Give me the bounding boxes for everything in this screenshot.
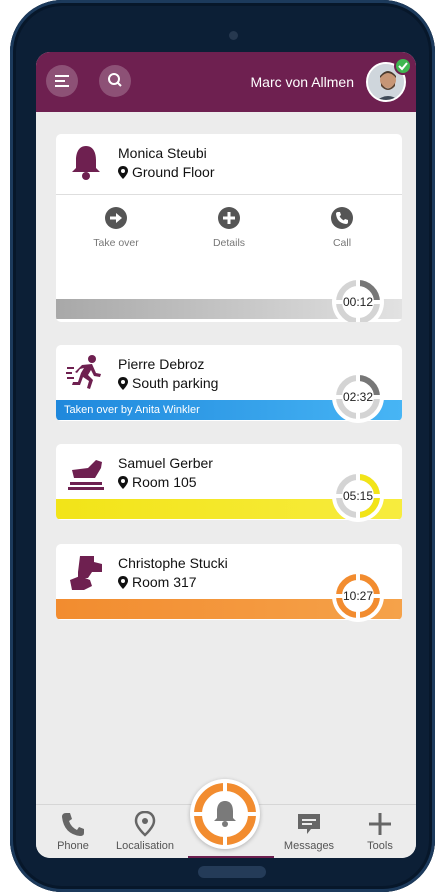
alert-location: Room 105	[132, 474, 197, 490]
timer-value: 02:32	[342, 390, 374, 404]
timer-value: 05:15	[342, 489, 374, 503]
app-screen: Marc von Allmen Monica Steubi Ground Flo…	[36, 52, 416, 858]
bell-icon	[72, 146, 100, 180]
alert-person-name: Christophe Stucki	[118, 555, 228, 571]
taken-over-banner: Taken over by Anita Winkler	[64, 404, 200, 416]
arrow-right-icon	[105, 207, 127, 229]
location-pin-icon	[134, 811, 156, 837]
search-icon	[108, 73, 122, 87]
location-pin-icon	[118, 166, 128, 179]
nav-messages[interactable]: Messages	[274, 811, 344, 852]
alert-person-name: Monica Steubi	[118, 145, 207, 161]
shoe-icon	[68, 460, 104, 490]
nav-tools[interactable]: Tools	[345, 811, 415, 852]
alert-location: Room 317	[132, 574, 197, 590]
home-bar	[198, 866, 266, 878]
alert-timer: 10:27	[330, 568, 386, 624]
active-tab-indicator	[188, 856, 274, 858]
alert-timer: 02:32	[330, 369, 386, 425]
online-status-icon	[394, 57, 412, 75]
hand-fall-icon	[70, 556, 102, 590]
menu-icon	[55, 75, 69, 87]
nav-localisation[interactable]: Localisation	[110, 811, 180, 852]
take-over-button[interactable]: Take over	[76, 207, 156, 249]
location-pin-icon	[118, 377, 128, 390]
location-pin-icon	[118, 476, 128, 489]
menu-button[interactable]	[46, 65, 78, 97]
running-man-icon	[66, 355, 101, 389]
alarm-button[interactable]	[190, 779, 260, 849]
alert-card[interactable]: Monica Steubi Ground Floor Take over Det…	[56, 134, 402, 322]
camera-icon	[229, 31, 238, 40]
details-button[interactable]: Details	[189, 207, 269, 249]
search-button[interactable]	[99, 65, 131, 97]
timer-value: 10:27	[342, 589, 374, 603]
alarm-bell-icon	[194, 783, 256, 845]
plus-icon	[369, 813, 391, 835]
message-icon	[298, 814, 320, 834]
timer-value: 00:12	[342, 295, 374, 309]
alert-timer: 05:15	[330, 468, 386, 524]
phone-icon	[331, 207, 353, 229]
alert-person-name: Samuel Gerber	[118, 455, 213, 471]
nav-phone[interactable]: Phone	[38, 811, 108, 852]
call-button[interactable]: Call	[302, 207, 382, 249]
alert-location: South parking	[132, 375, 219, 391]
user-name: Marc von Allmen	[250, 74, 354, 90]
phone-icon	[62, 813, 84, 836]
app-header: Marc von Allmen	[36, 52, 416, 112]
alert-person-name: Pierre Debroz	[118, 356, 205, 372]
location-pin-icon	[118, 576, 128, 589]
plus-icon	[218, 207, 240, 229]
alert-timer: 00:12	[330, 274, 386, 322]
alert-location: Ground Floor	[132, 164, 215, 180]
